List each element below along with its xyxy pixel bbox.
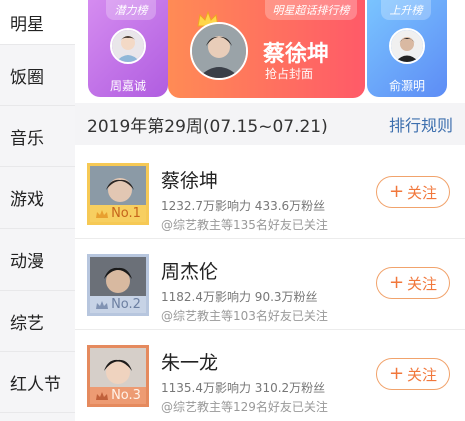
card-name: 周嘉诚	[109, 79, 146, 93]
list-item[interactable]: No.2 周杰伦 1182.4万影响力 90.3万粉丝 @综艺教主等103名好友…	[75, 239, 465, 329]
sidebar-item-label: 饭圈	[10, 67, 44, 88]
card-tag: 明星超话排行榜	[265, 0, 357, 20]
ranking-rules-link[interactable]: 排行规则	[389, 112, 453, 136]
follow-button[interactable]: + 关注	[376, 267, 450, 299]
follow-label: 关注	[407, 183, 438, 202]
follow-label: 关注	[407, 274, 438, 293]
category-sidebar: 明星 饭圈 音乐 游戏 动漫 综艺 红人节	[0, 0, 75, 421]
avatar	[110, 28, 146, 64]
grab-cover-text: 抢占封面	[265, 67, 314, 81]
sidebar-item-fandom[interactable]: 饭圈	[0, 45, 75, 105]
sidebar-item-anime[interactable]: 动漫	[0, 229, 75, 289]
follow-label: 关注	[407, 365, 438, 384]
sidebar-item-label: 红人节	[10, 374, 61, 395]
rank-label: No.2	[111, 297, 141, 312]
star-stats: 1135.4万影响力 310.2万粉丝	[161, 381, 326, 395]
star-name: 朱一龙	[161, 352, 219, 374]
star-name: 周杰伦	[161, 261, 219, 283]
star-stats: 1182.4万影响力 90.3万粉丝	[161, 290, 318, 304]
card-name: 俞灏明	[388, 79, 425, 93]
card-tag: 上升榜	[381, 0, 431, 20]
sidebar-item-label: 综艺	[10, 313, 44, 334]
rank-label: No.1	[111, 206, 141, 221]
sidebar-item-music[interactable]: 音乐	[0, 106, 75, 166]
ranking-banner: 潜力榜 周嘉诚 明星超话排行榜 蔡徐坤 抢占封面 上升榜 俞灏明	[75, 0, 465, 100]
rank-label: No.3	[111, 388, 141, 403]
sidebar-item-label: 游戏	[10, 189, 44, 210]
sidebar-item-label: 明星	[10, 14, 44, 35]
plus-icon: +	[388, 363, 405, 384]
rank-badge: No.2	[90, 296, 146, 313]
sidebar-item-influencer-festival[interactable]: 红人节	[0, 352, 75, 412]
week-title: 2019年第29周(07.15~07.21)	[87, 116, 328, 137]
plus-icon: +	[388, 181, 405, 202]
sidebar-item-label: 动漫	[10, 251, 44, 272]
featured-star-name: 蔡徐坤	[263, 42, 330, 67]
crown-icon	[96, 300, 109, 309]
rank-badge: No.1	[90, 205, 146, 222]
star-stats: 1232.7万影响力 433.6万粉丝	[161, 199, 326, 213]
friends-following: @综艺教主等135名好友已关注	[161, 218, 328, 232]
friends-following: @综艺教主等129名好友已关注	[161, 400, 328, 414]
avatar	[389, 28, 425, 64]
sidebar-item-games[interactable]: 游戏	[0, 167, 75, 227]
main-content: 潜力榜 周嘉诚 明星超话排行榜 蔡徐坤 抢占封面 上升榜 俞灏明 2019年第2…	[75, 0, 465, 421]
sidebar-item-label: 音乐	[10, 128, 44, 149]
friends-following: @综艺教主等103名好友已关注	[161, 309, 328, 323]
potential-list-card[interactable]: 潜力榜 周嘉诚	[88, 0, 168, 97]
divider	[0, 412, 75, 413]
star-photo: No.1	[87, 163, 149, 225]
follow-button[interactable]: + 关注	[376, 358, 450, 390]
card-tag: 潜力榜	[106, 0, 156, 20]
star-chart-card[interactable]: 明星超话排行榜 蔡徐坤 抢占封面	[168, 0, 365, 98]
avatar	[190, 22, 248, 80]
star-photo: No.2	[87, 254, 149, 316]
rank-badge: No.3	[90, 387, 146, 404]
star-name: 蔡徐坤	[161, 170, 219, 192]
list-item[interactable]: No.1 蔡徐坤 1232.7万影响力 433.6万粉丝 @综艺教主等135名好…	[75, 148, 465, 238]
star-photo: No.3	[87, 345, 149, 407]
week-header: 2019年第29周(07.15~07.21) 排行规则	[75, 103, 465, 145]
crown-icon	[96, 391, 109, 400]
rising-list-card[interactable]: 上升榜 俞灏明	[367, 0, 447, 97]
sidebar-item-stars[interactable]: 明星	[0, 0, 75, 44]
crown-icon	[96, 209, 109, 218]
plus-icon: +	[388, 272, 405, 293]
follow-button[interactable]: + 关注	[376, 176, 450, 208]
list-item[interactable]: No.3 朱一龙 1135.4万影响力 310.2万粉丝 @综艺教主等129名好…	[75, 330, 465, 420]
sidebar-item-variety[interactable]: 综艺	[0, 291, 75, 351]
